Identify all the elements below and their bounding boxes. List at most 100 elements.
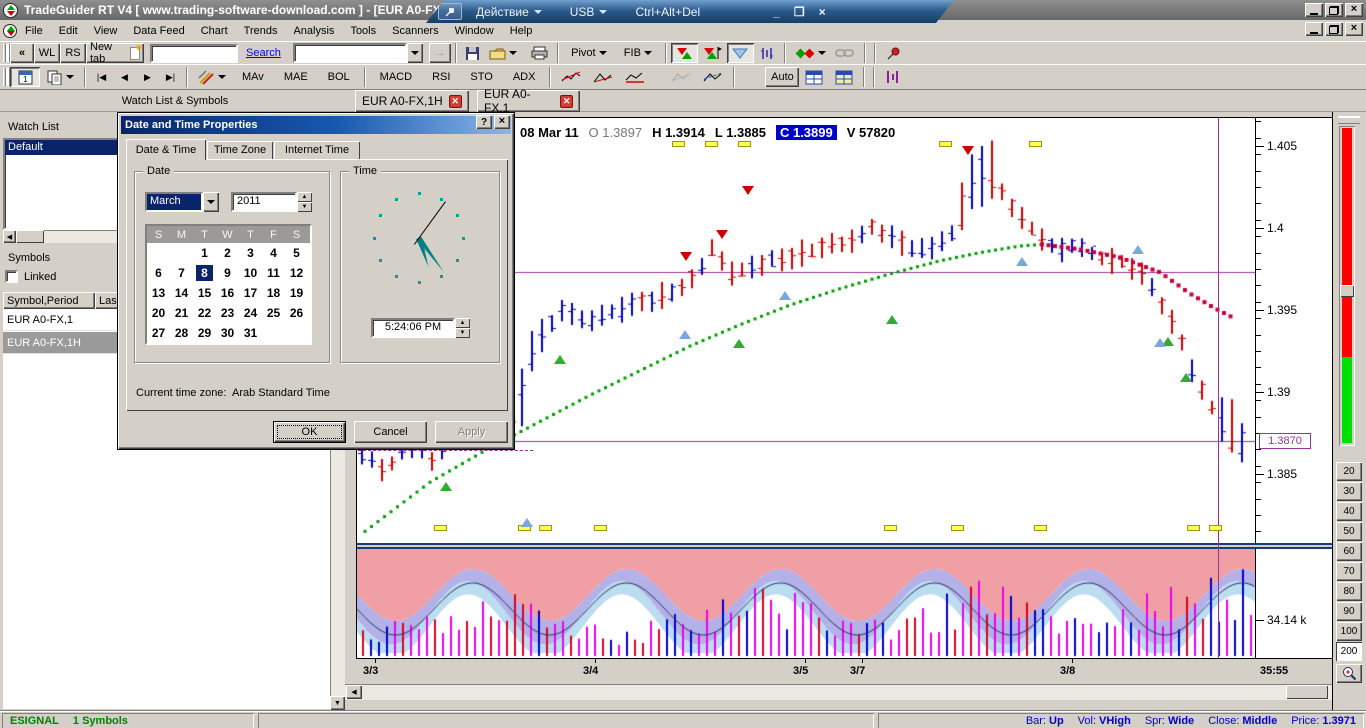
calendar-day-6[interactable]: 6 xyxy=(147,263,170,283)
calendar-day-23[interactable]: 23 xyxy=(216,303,239,323)
scroll-thumb[interactable] xyxy=(16,230,44,243)
calendar-day-17[interactable]: 17 xyxy=(239,283,262,303)
collapse-panel-button[interactable]: « xyxy=(10,43,34,63)
remote-usb-menu[interactable]: USB xyxy=(570,5,608,19)
zoom-button-40[interactable]: 40 xyxy=(1336,502,1362,521)
tab-internet-time[interactable]: Internet Time xyxy=(274,141,360,159)
remote-ctrl-alt-del-button[interactable]: Ctrl+Alt+Del xyxy=(635,5,700,19)
calendar-day-13[interactable]: 13 xyxy=(147,283,170,303)
calendar-day-19[interactable]: 19 xyxy=(285,283,308,303)
zoom-button-90[interactable]: 90 xyxy=(1336,602,1362,621)
go-last-button[interactable]: ▶| xyxy=(159,67,182,87)
toolbar-button-mav[interactable]: MAv xyxy=(232,67,274,87)
menu-file[interactable]: File xyxy=(17,22,51,40)
close-tab-icon[interactable]: ✕ xyxy=(449,95,462,108)
calendar-day-29[interactable]: 29 xyxy=(193,323,216,343)
window-close-button[interactable]: × xyxy=(1345,3,1363,17)
calendar-day-5[interactable]: 5 xyxy=(285,243,308,263)
calendar-day-10[interactable]: 10 xyxy=(239,263,262,283)
cancel-button[interactable]: Cancel xyxy=(354,421,427,443)
window-restore-button[interactable] xyxy=(1325,3,1343,17)
go-first-button[interactable]: |◀ xyxy=(90,67,113,87)
pivot-dropdown[interactable]: Pivot xyxy=(563,43,615,63)
trend-tool-2-button[interactable] xyxy=(587,67,619,87)
dialog-close-button[interactable]: × xyxy=(494,115,510,129)
zoom-button-30[interactable]: 30 xyxy=(1336,482,1362,501)
calendar-day-7[interactable]: 7 xyxy=(170,263,193,283)
pin-chart-button[interactable] xyxy=(880,43,906,63)
combo-dropdown-button[interactable] xyxy=(407,43,423,63)
apply-button[interactable]: Apply xyxy=(435,421,508,443)
calendar-day-31[interactable]: 31 xyxy=(239,323,262,343)
zoom-button-200[interactable]: 200 xyxy=(1336,642,1362,661)
layout-grid-filled-button[interactable] xyxy=(829,67,859,87)
zoom-button-50[interactable]: 50 xyxy=(1336,522,1362,541)
scroll-thumb[interactable] xyxy=(1286,685,1328,699)
layout-grid-button[interactable] xyxy=(799,67,829,87)
menu-edit[interactable]: Edit xyxy=(51,22,86,40)
go-previous-button[interactable]: ◀ xyxy=(113,67,136,87)
search-link[interactable]: Search xyxy=(246,47,281,59)
dialog-title-bar[interactable]: Date and Time Properties xyxy=(121,116,511,134)
zoom-button-70[interactable]: 70 xyxy=(1336,562,1362,581)
pane-splitter[interactable] xyxy=(357,543,1333,549)
calendar-day-28[interactable]: 28 xyxy=(170,323,193,343)
tab-chart-1h[interactable]: EUR A0-FX,1H ✕ xyxy=(355,90,469,112)
date-time-button[interactable]: 1 xyxy=(10,67,40,87)
calendar-day-14[interactable]: 14 xyxy=(170,283,193,303)
scroll-down-icon[interactable]: ▼ xyxy=(330,696,345,710)
toolbar-button-rsi[interactable]: RSI xyxy=(422,67,460,87)
month-combobox[interactable]: March xyxy=(145,192,219,212)
tab-time-zone[interactable]: Time Zone xyxy=(207,141,273,159)
time-axis[interactable]: 35:55 3/33/43/53/73/8 xyxy=(345,658,1333,684)
ok-button[interactable]: OK xyxy=(273,421,346,443)
print-button[interactable] xyxy=(527,43,553,63)
calendar-day-22[interactable]: 22 xyxy=(193,303,216,323)
toolbar-button-sto[interactable]: STO xyxy=(460,67,502,87)
close-tab-icon[interactable]: ✕ xyxy=(560,95,573,108)
symbol-combobox[interactable] xyxy=(293,43,423,63)
drawing-tools-dropdown[interactable] xyxy=(192,67,232,87)
spin-down-icon[interactable]: ▼ xyxy=(455,328,470,338)
calendar-day-21[interactable]: 21 xyxy=(170,303,193,323)
calendar-day-8[interactable]: 8 xyxy=(196,265,213,281)
column-header-symbol-period[interactable]: Symbol,Period xyxy=(3,292,95,309)
zoom-button-80[interactable]: 80 xyxy=(1336,582,1362,601)
link-charts-button[interactable] xyxy=(830,43,860,63)
new-tab-button[interactable]: New tab ✷ xyxy=(86,43,144,63)
tab-watch-list-symbols[interactable]: Watch List & Symbols xyxy=(0,90,350,112)
remote-close-button[interactable]: × xyxy=(819,5,826,19)
spin-down-icon[interactable]: ▼ xyxy=(297,202,312,212)
mdi-restore-button[interactable] xyxy=(1325,22,1343,36)
copy-dropdown[interactable] xyxy=(40,67,80,87)
spin-up-icon[interactable]: ▲ xyxy=(455,318,470,328)
calendar-day-26[interactable]: 26 xyxy=(285,303,308,323)
calendar[interactable]: SMTWTFS 12345678910111213141516171819202… xyxy=(145,224,312,345)
menu-analysis[interactable]: Analysis xyxy=(285,22,342,40)
volume-histogram-button[interactable] xyxy=(879,67,905,87)
calendar-day-12[interactable]: 12 xyxy=(285,263,308,283)
remote-minimize-button[interactable]: _ xyxy=(773,5,780,19)
calendar-day-20[interactable]: 20 xyxy=(147,303,170,323)
calendar-day-30[interactable]: 30 xyxy=(216,323,239,343)
toolbar-button-adx[interactable]: ADX xyxy=(503,67,546,87)
calendar-day-2[interactable]: 2 xyxy=(216,243,239,263)
zoom-button-20[interactable]: 20 xyxy=(1336,462,1362,481)
signals-flag-button[interactable] xyxy=(698,43,727,63)
calendar-day-3[interactable]: 3 xyxy=(239,243,262,263)
calendar-day-25[interactable]: 25 xyxy=(262,303,285,323)
calendar-day-15[interactable]: 15 xyxy=(193,283,216,303)
year-spinner[interactable]: 2011 ▲▼ xyxy=(231,192,312,212)
menu-scanners[interactable]: Scanners xyxy=(384,22,446,40)
calendar-day-24[interactable]: 24 xyxy=(239,303,262,323)
remote-restore-button[interactable]: ❐ xyxy=(794,5,805,19)
mdi-close-button[interactable]: × xyxy=(1345,22,1363,36)
calendar-day-1[interactable]: 1 xyxy=(193,243,216,263)
pin-button[interactable] xyxy=(438,3,462,20)
signals-red-green-button[interactable] xyxy=(671,43,698,63)
calendar-day-9[interactable]: 9 xyxy=(216,263,239,283)
chart-hscrollbar[interactable]: ◀ ▶ xyxy=(345,684,1363,700)
price-axis[interactable]: 1.4051.41.3951.391.38534.14 k xyxy=(1256,118,1332,658)
watch-list-button[interactable]: WL xyxy=(34,43,60,63)
tab-chart-1m[interactable]: EUR A0-FX,1 ✕ xyxy=(477,90,580,112)
